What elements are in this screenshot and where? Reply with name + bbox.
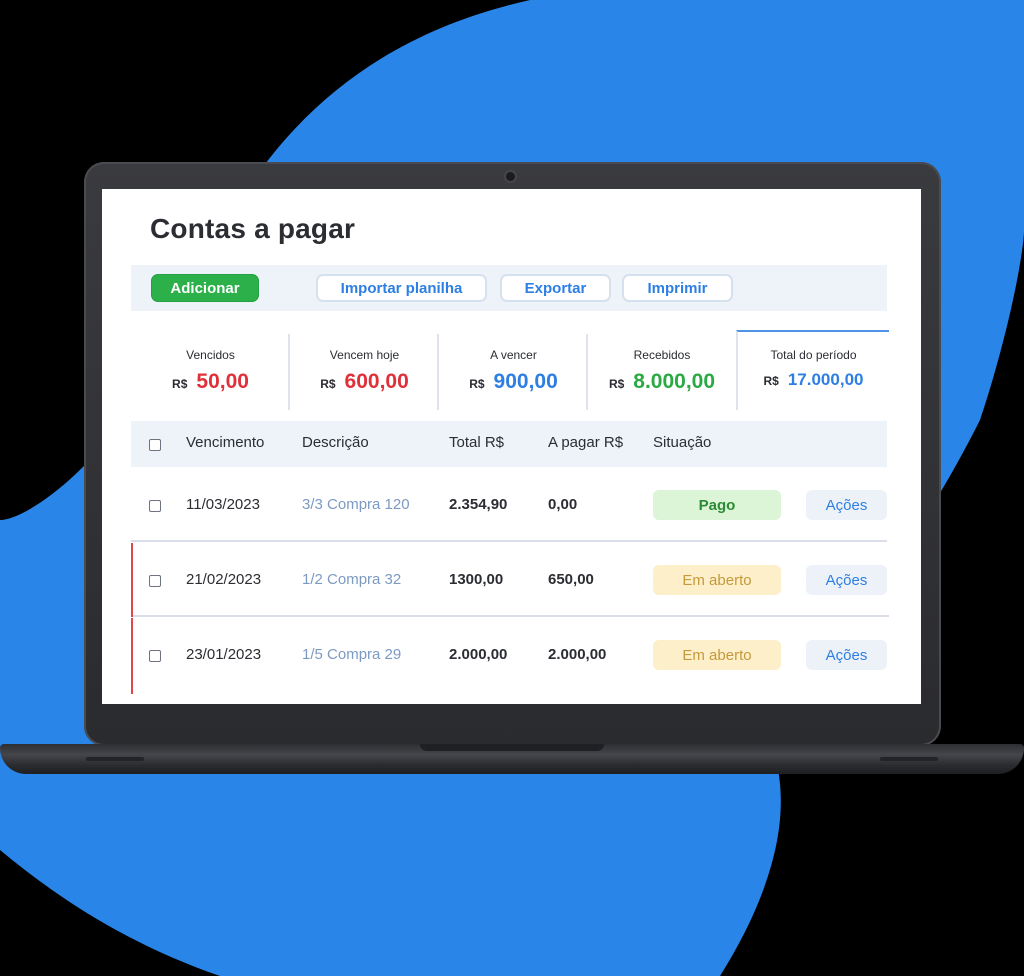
app-screen: Contas a pagar Adicionar Importar planil…: [102, 189, 921, 704]
page-title: Contas a pagar: [150, 213, 356, 244]
row-due-date: 21/02/2023: [186, 571, 262, 588]
table-row[interactable]: 23/01/2023 1/5 Compra 29 2.000,00 2.000,…: [131, 618, 889, 694]
add-button[interactable]: Adicionar: [151, 274, 259, 302]
summary-card-value: 600,00: [344, 370, 409, 393]
currency-label: R$: [469, 377, 485, 391]
row-description[interactable]: 1/2 Compra 32: [302, 571, 401, 588]
summary-card-amount: R$ 600,00: [290, 370, 439, 394]
row-divider: [133, 615, 889, 617]
row-total: 2.354,90: [449, 496, 508, 513]
summary-card-value: 50,00: [196, 370, 249, 393]
table-row[interactable]: 21/02/2023 1/2 Compra 32 1300,00 650,00 …: [131, 543, 889, 617]
summary-card-label: A vencer: [490, 348, 537, 362]
actions-button[interactable]: Ações: [806, 565, 887, 595]
actions-button[interactable]: Ações: [806, 640, 887, 670]
table-header: Vencimento Descrição Total R$ A pagar R$…: [131, 421, 887, 467]
row-checkbox[interactable]: [149, 575, 161, 587]
select-all-checkbox[interactable]: [149, 439, 161, 451]
row-to-pay: 650,00: [548, 571, 594, 588]
import-spreadsheet-button[interactable]: Importar planilha: [316, 274, 487, 302]
row-divider: [131, 540, 887, 542]
summary-card-vencidos[interactable]: Vencidos R$ 50,00: [131, 332, 290, 410]
camera-icon: [506, 172, 515, 181]
column-header-total[interactable]: Total R$: [449, 434, 504, 451]
summary-card-vencem-hoje[interactable]: Vencem hoje R$ 600,00: [290, 332, 439, 410]
laptop-base: [0, 744, 1024, 774]
summary-card-label: Vencem hoje: [329, 348, 400, 362]
currency-label: R$: [608, 377, 625, 391]
row-due-date: 23/01/2023: [186, 646, 262, 663]
status-badge: Em aberto: [653, 640, 781, 670]
column-header-a-pagar[interactable]: A pagar R$: [548, 434, 623, 451]
currency-label: R$: [763, 374, 779, 388]
summary-card-amount: R$ 8.000,00: [588, 370, 736, 394]
row-description[interactable]: 1/5 Compra 29: [302, 646, 401, 663]
row-checkbox[interactable]: [149, 650, 161, 662]
column-header-descricao[interactable]: Descrição: [302, 434, 369, 451]
summary-card-label: Vencidos: [186, 348, 235, 362]
laptop-foot-left: [86, 757, 144, 761]
table-row[interactable]: 11/03/2023 3/3 Compra 120 2.354,90 0,00 …: [131, 468, 887, 542]
summary-cards: Vencidos R$ 50,00 Vencem hoje R$ 600,00 …: [131, 330, 889, 412]
print-button[interactable]: Imprimir: [622, 274, 733, 302]
laptop-notch: [420, 744, 604, 751]
summary-card-amount: R$ 50,00: [131, 370, 290, 394]
summary-card-a-vencer[interactable]: A vencer R$ 900,00: [439, 332, 588, 410]
row-to-pay: 2.000,00: [548, 646, 607, 663]
actions-button[interactable]: Ações: [806, 490, 887, 520]
export-button[interactable]: Exportar: [500, 274, 611, 302]
summary-card-amount: R$ 900,00: [439, 370, 588, 394]
toolbar: Adicionar Importar planilha Exportar Imp…: [131, 265, 887, 311]
summary-card-value: 17.000,00: [787, 370, 864, 389]
laptop-foot-right: [880, 757, 938, 761]
summary-card-label: Recebidos: [633, 348, 691, 362]
summary-card-amount: R$ 17.000,00: [738, 370, 889, 390]
currency-label: R$: [320, 377, 336, 391]
status-badge: Em aberto: [653, 565, 781, 595]
summary-card-value: 8.000,00: [633, 370, 716, 393]
status-badge: Pago: [653, 490, 781, 520]
row-total: 2.000,00: [449, 646, 508, 663]
row-total: 1300,00: [449, 571, 504, 588]
summary-card-label: Total do período: [770, 348, 857, 362]
column-header-situacao[interactable]: Situação: [653, 434, 711, 451]
row-description[interactable]: 3/3 Compra 120: [302, 496, 410, 513]
currency-label: R$: [172, 377, 188, 391]
row-to-pay: 0,00: [548, 496, 578, 513]
summary-card-recebidos[interactable]: Recebidos R$ 8.000,00: [588, 332, 736, 410]
summary-card-value: 900,00: [493, 370, 558, 393]
summary-card-total-periodo[interactable]: Total do período R$ 17.000,00: [736, 330, 889, 410]
row-due-date: 11/03/2023: [186, 496, 260, 513]
column-header-vencimento[interactable]: Vencimento: [186, 434, 264, 451]
row-checkbox[interactable]: [149, 500, 161, 512]
